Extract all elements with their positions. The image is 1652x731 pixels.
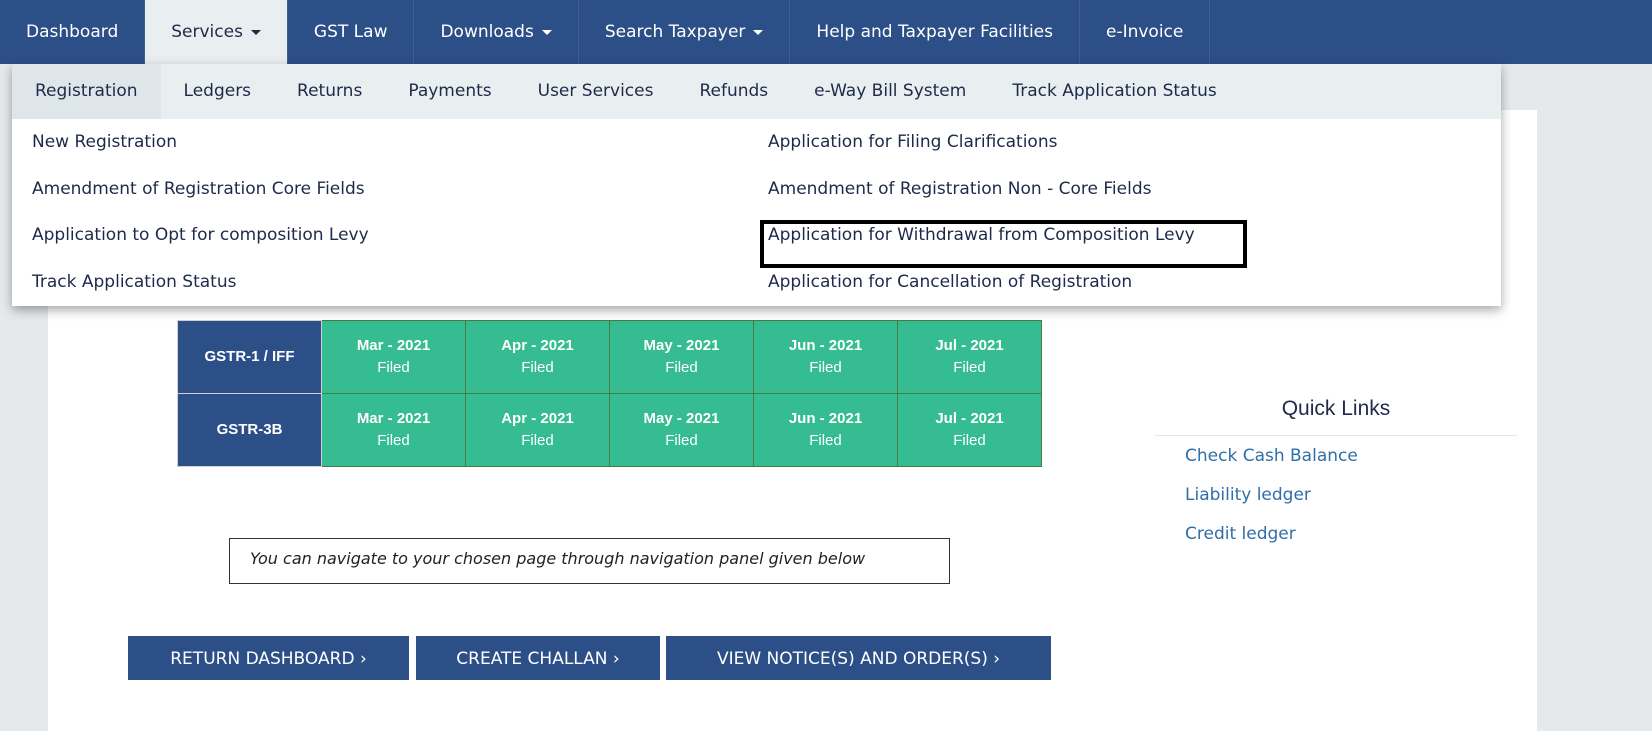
status: Filed [809,359,842,376]
quick-links-title: Quick Links [1155,397,1517,436]
tab-track-application[interactable]: Track Application Status [989,64,1239,119]
period-cell[interactable]: Apr - 2021 Filed [465,320,610,394]
link-amend-non-core[interactable]: Amendment of Registration Non - Core Fie… [768,179,1151,199]
view-notices-button[interactable]: VIEW NOTICE(S) AND ORDER(S) › [666,636,1051,680]
return-type: GSTR-1 / IFF [177,320,322,394]
nav-label: Downloads [440,22,534,42]
quick-link-liability-ledger[interactable]: Liability ledger [1185,485,1311,505]
returns-status-table: GSTR-1 / IFF Mar - 2021 Filed Apr - 2021 F… [177,320,1042,467]
nav-label: e-Invoice [1105,22,1184,42]
period: Jul - 2021 [935,410,1004,427]
highlight-box [760,220,1247,268]
period: Jul - 2021 [935,337,1004,354]
tab-registration[interactable]: Registration [12,64,161,119]
period-cell[interactable]: Jun - 2021 Filed [753,320,898,394]
status: Filed [377,359,410,376]
tab-eway-bill[interactable]: e-Way Bill System [791,64,989,119]
caret-down-icon [753,29,764,35]
tab-user-services[interactable]: User Services [515,64,677,119]
nav-einvoice[interactable]: e-Invoice [1080,0,1211,64]
period: Jun - 2021 [788,410,863,427]
services-dropdown: Registration Ledgers Returns Payments Us… [12,64,1501,306]
nav-search-taxpayer[interactable]: Search Taxpayer [579,0,791,64]
status: Filed [521,432,554,449]
return-type: GSTR-3B [177,393,322,467]
nav-label: Dashboard [26,22,119,42]
period-cell[interactable]: Apr - 2021 Filed [465,393,610,467]
caret-down-icon [250,29,261,35]
tab-returns[interactable]: Returns [274,64,385,119]
period: May - 2021 [643,337,720,354]
main-nav: Dashboard Services GST Law Downloads Sea… [0,0,1652,64]
nav-dashboard[interactable]: Dashboard [0,0,146,64]
tab-refunds[interactable]: Refunds [676,64,791,119]
link-cancellation[interactable]: Application for Cancellation of Registra… [768,272,1132,292]
caret-down-icon [541,29,552,35]
status: Filed [521,359,554,376]
return-dashboard-button[interactable]: RETURN DASHBOARD › [128,636,409,680]
period-cell[interactable]: May - 2021 Filed [609,320,754,394]
link-track-status[interactable]: Track Application Status [32,272,236,292]
period: Apr - 2021 [501,337,574,354]
nav-label: GST Law [313,22,388,42]
status: Filed [665,359,698,376]
tab-payments[interactable]: Payments [385,64,514,119]
status: Filed [665,432,698,449]
period-cell[interactable]: Jul - 2021 Filed [897,393,1042,467]
link-filing-clarifications[interactable]: Application for Filing Clarifications [768,132,1057,152]
nav-downloads[interactable]: Downloads [414,0,579,64]
navigation-note: You can navigate to your chosen page thr… [229,538,950,584]
status: Filed [809,432,842,449]
period: May - 2021 [643,410,720,427]
link-new-registration[interactable]: New Registration [32,132,177,152]
period: Jun - 2021 [788,337,863,354]
link-amend-core[interactable]: Amendment of Registration Core Fields [32,179,365,199]
table-row: GSTR-1 / IFF Mar - 2021 Filed Apr - 2021 F… [177,320,1042,394]
quick-link-cash-balance[interactable]: Check Cash Balance [1185,446,1358,466]
period-cell[interactable]: Mar - 2021 Filed [321,393,466,467]
status: Filed [377,432,410,449]
link-opt-composition[interactable]: Application to Opt for composition Levy [32,225,369,245]
period: Mar - 2021 [356,410,431,427]
services-subnav: Registration Ledgers Returns Payments Us… [12,64,1501,119]
nav-services[interactable]: Services [145,0,288,64]
period: Mar - 2021 [356,337,431,354]
period: Apr - 2021 [501,410,574,427]
nav-gst-law[interactable]: GST Law [288,0,415,64]
period-cell[interactable]: Mar - 2021 Filed [321,320,466,394]
period-cell[interactable]: May - 2021 Filed [609,393,754,467]
create-challan-button[interactable]: CREATE CHALLAN › [416,636,660,680]
nav-label: Search Taxpayer [604,22,746,42]
nav-help[interactable]: Help and Taxpayer Facilities [790,0,1080,64]
table-row: GSTR-3B Mar - 2021 Filed Apr - 2021 Filed … [177,393,1042,467]
nav-label: Help and Taxpayer Facilities [816,22,1053,42]
nav-label: Services [171,22,243,42]
tab-ledgers[interactable]: Ledgers [161,64,275,119]
period-cell[interactable]: Jul - 2021 Filed [897,320,1042,394]
status: Filed [953,359,986,376]
status: Filed [953,432,986,449]
quick-link-credit-ledger[interactable]: Credit ledger [1185,524,1296,544]
period-cell[interactable]: Jun - 2021 Filed [753,393,898,467]
